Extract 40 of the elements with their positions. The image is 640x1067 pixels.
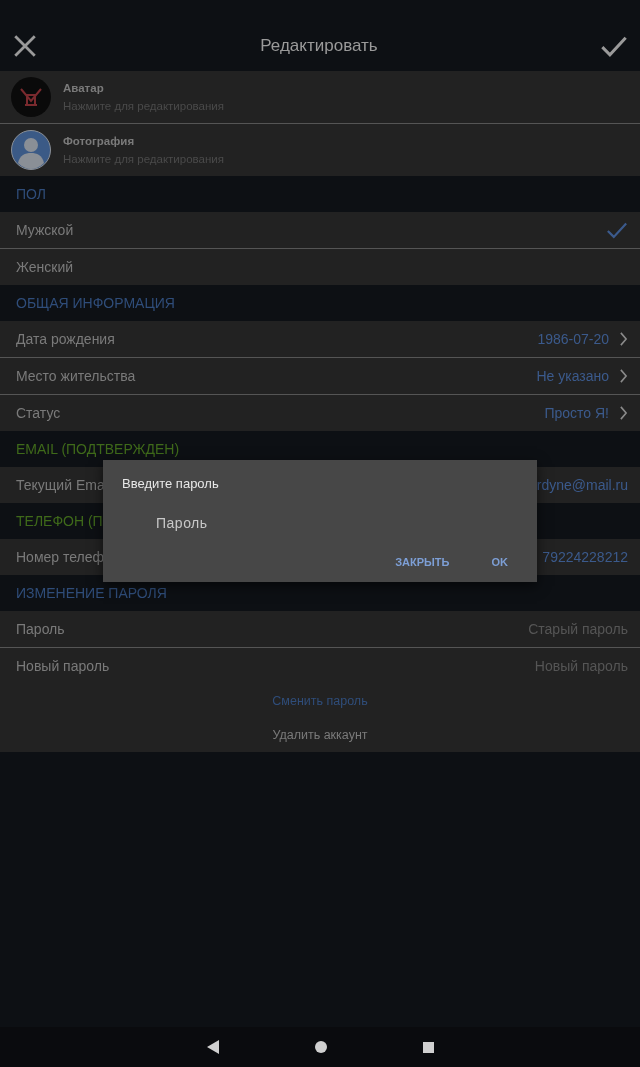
section-header: EMAIL (ПОДТВЕРЖДЕН) bbox=[16, 441, 180, 457]
row-value: Просто Я! bbox=[544, 405, 609, 421]
close-dialog-button[interactable]: ЗАКРЫТЬ bbox=[385, 554, 460, 570]
chevron-right-icon bbox=[619, 369, 628, 383]
row-value: rdyne@mail.ru bbox=[536, 477, 628, 493]
row-label: Статус bbox=[16, 405, 61, 421]
settings-row[interactable]: Статус Просто Я! bbox=[0, 394, 640, 431]
settings-row[interactable]: Мужской bbox=[0, 212, 640, 248]
chevron-right-icon bbox=[619, 332, 628, 346]
section-header: ТЕЛЕФОН (П bbox=[16, 513, 103, 529]
delete-account-button[interactable]: Удалить аккаунт bbox=[0, 718, 640, 752]
row-label: Мужской bbox=[16, 222, 74, 238]
password-input[interactable]: Пароль bbox=[156, 515, 456, 531]
row-label: Новый пароль bbox=[16, 658, 110, 674]
back-icon[interactable] bbox=[206, 1040, 219, 1054]
row-label: Женский bbox=[16, 259, 74, 275]
ok-button[interactable]: OK bbox=[481, 554, 518, 570]
section-header: ОБЩАЯ ИНФОРМАЦИЯ bbox=[16, 295, 175, 311]
avatar-image bbox=[11, 77, 51, 117]
change-password-button[interactable]: Сменить пароль bbox=[0, 684, 640, 718]
settings-row[interactable]: Место жительства Не указано bbox=[0, 357, 640, 394]
row-value: Не указано bbox=[536, 368, 609, 384]
recents-icon[interactable] bbox=[422, 1041, 434, 1053]
row-label: Место жительства bbox=[16, 368, 136, 384]
row-title: Фотография bbox=[63, 135, 136, 147]
row-value: 79224228212 bbox=[542, 549, 628, 565]
row-value: 1986-07-20 bbox=[537, 331, 609, 347]
dialog-title: Введите пароль bbox=[122, 476, 220, 491]
row-title: Аватар bbox=[63, 82, 105, 94]
row-label: Пароль bbox=[16, 621, 65, 637]
row-label: Номер телеф bbox=[16, 549, 105, 565]
row-label: Дата рождения bbox=[16, 331, 115, 347]
avatar-silhouette-icon bbox=[11, 130, 51, 170]
chevron-right-icon bbox=[619, 406, 628, 420]
home-icon[interactable] bbox=[314, 1041, 327, 1053]
settings-row[interactable]: Женский bbox=[0, 248, 640, 285]
section-header: ПОЛ bbox=[16, 186, 46, 202]
settings-row[interactable]: Дата рождения 1986-07-20 bbox=[0, 321, 640, 357]
section-header: ИЗМЕНЕНИЕ ПАРОЛЯ bbox=[16, 585, 167, 601]
screen-title: Редактировать bbox=[260, 35, 378, 56]
